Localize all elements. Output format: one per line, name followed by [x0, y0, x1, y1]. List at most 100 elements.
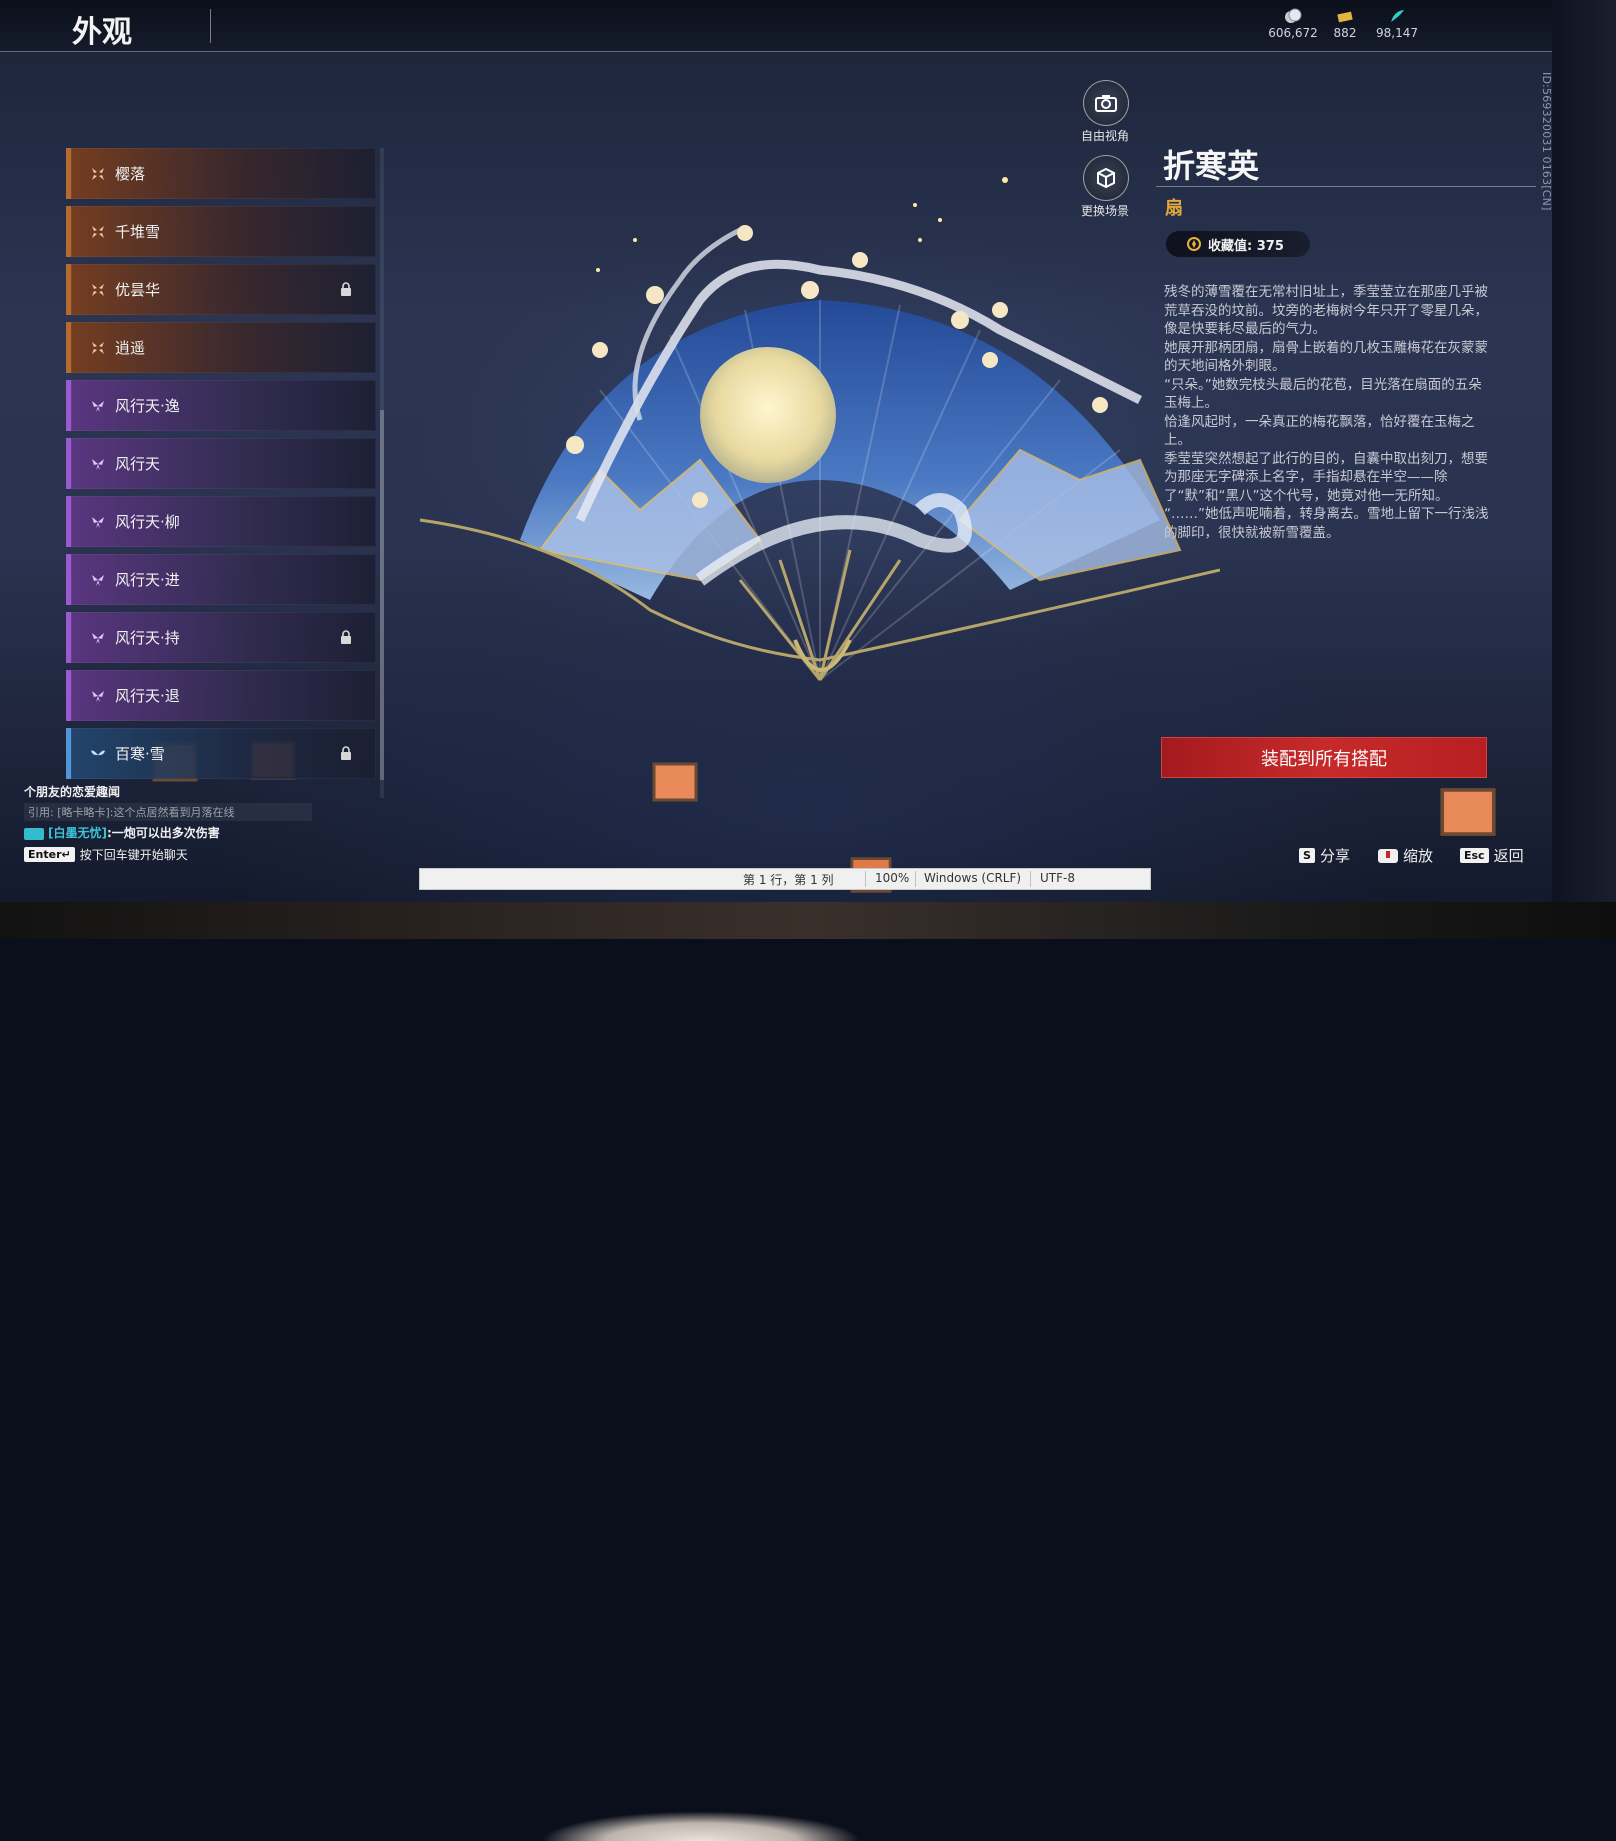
chat-channel-icon — [24, 827, 44, 840]
status-divider — [915, 871, 916, 887]
list-item[interactable]: 优昙华 — [66, 264, 376, 315]
equip-all-outfits-button[interactable]: 装配到所有搭配 — [1161, 737, 1487, 778]
camera-icon — [1095, 95, 1117, 112]
chat-sender-name[interactable]: [白墨无忧] — [48, 826, 107, 840]
chat-box[interactable]: 个朋友的恋爱趣闻 引用: [略卡略卡]:这个点居然看到月落在线 [白墨无忧]:一… — [24, 783, 384, 841]
list-item-label: 风行天 — [115, 455, 161, 473]
butterfly-tier-icon — [92, 516, 104, 528]
appearance-list[interactable]: 樱落千堆雪优昙华逍遥风行天·逸风行天风行天·柳风行天·进风行天·持风行天·退百寒… — [66, 148, 384, 801]
flower-tier-icon — [92, 341, 104, 354]
status-divider — [1030, 871, 1031, 887]
share-hint[interactable]: S 分享 — [1299, 845, 1350, 866]
share-key: S — [1299, 848, 1315, 863]
currency-coin: 606,672 — [1268, 8, 1318, 40]
zoom-hint[interactable]: 缩放 — [1377, 845, 1433, 866]
free-camera-button[interactable] — [1083, 80, 1129, 126]
chat-quote: 引用: [略卡略卡]:这个点居然看到月落在线 — [24, 803, 312, 821]
list-item[interactable]: 风行天·柳 — [66, 496, 376, 547]
flower-tier-icon — [92, 167, 104, 180]
tier-icon — [89, 571, 107, 589]
cursor-position: 第 1 行，第 1 列 — [743, 873, 834, 887]
change-scene-button[interactable] — [1083, 155, 1129, 201]
tier-icon — [89, 223, 107, 241]
line-ending: Windows (CRLF) — [924, 871, 1022, 885]
description-paragraph: 季莹莹突然想起了此行的目的，自囊中取出刻刀，想要为那座无字碑添上名字，手指却悬在… — [1164, 450, 1488, 504]
back-label: 返回 — [1493, 847, 1524, 865]
tier-icon — [89, 745, 107, 763]
butterfly-tier-icon — [92, 574, 104, 586]
lock-icon — [340, 281, 352, 296]
chat-hint-text: 按下回车键开始聊天 — [79, 848, 188, 862]
mouse-scroll-icon — [1378, 848, 1398, 863]
description-paragraph: 残冬的薄雪覆在无常村旧址上，季莹莹立在那座几乎被荒草吞没的坟前。坟旁的老梅树今年… — [1164, 284, 1488, 337]
top-bar-divider — [0, 51, 1552, 52]
tier-icon — [89, 629, 107, 647]
list-scroll-thumb[interactable] — [380, 410, 384, 780]
list-item[interactable]: 风行天·进 — [66, 554, 376, 605]
list-item-label: 风行天·退 — [115, 687, 180, 705]
currency-coin-value: 606,672 — [1268, 26, 1318, 40]
description-paragraph: 恰逢风起时，一朵真正的梅花飘落，恰好覆在玉梅之上。 — [1164, 413, 1475, 449]
ticket-icon — [1337, 11, 1353, 23]
tier-icon — [89, 165, 107, 183]
list-item[interactable]: 百寒·雪 — [66, 728, 376, 779]
zoom-level: 100% — [875, 871, 910, 885]
free-camera-label: 自由视角 — [1080, 129, 1129, 143]
zoom-label: 缩放 — [1403, 847, 1434, 865]
list-item-label: 优昙华 — [115, 281, 161, 299]
lock-icon — [340, 745, 352, 760]
description-paragraph: 她展开那柄团扇，扇骨上嵌着的几枚玉雕梅花在灰蒙蒙的天地间格外刺眼。 — [1164, 339, 1488, 375]
equip-button-label: 装配到所有搭配 — [1261, 748, 1387, 770]
wallpaper-figure — [383, 1804, 913, 1841]
tier-icon — [89, 513, 107, 531]
list-item[interactable]: 风行天·持 — [66, 612, 376, 663]
butterfly-tier-icon — [92, 400, 104, 412]
item-type: 扇 — [1165, 198, 1183, 219]
title-separator — [210, 9, 211, 43]
list-item-label: 百寒·雪 — [115, 745, 165, 763]
list-item[interactable]: 千堆雪 — [66, 206, 376, 257]
list-item-label: 风行天·柳 — [115, 513, 180, 531]
currency-ticket: 882 — [1330, 8, 1360, 40]
esc-key: Esc — [1460, 848, 1489, 863]
item-description: 残冬的薄雪覆在无常村旧址上，季莹莹立在那座几乎被荒草吞没的坟前。坟旁的老梅树今年… — [1164, 283, 1489, 542]
change-scene-label: 更换场景 — [1080, 204, 1129, 218]
list-item-label: 风行天·持 — [115, 629, 180, 647]
currency-jade-value: 98,147 — [1376, 26, 1418, 40]
list-item-label: 风行天·进 — [115, 571, 180, 589]
chat-input-hint[interactable]: Enter↵ 按下回车键开始聊天 — [24, 846, 188, 863]
collection-value: 收藏值: 375 — [1208, 238, 1284, 254]
page-title: 外观 — [72, 15, 132, 50]
back-hint[interactable]: Esc 返回 — [1460, 845, 1524, 866]
list-item[interactable]: 风行天·退 — [66, 670, 376, 721]
desktop-edge — [1552, 0, 1616, 939]
tier-icon — [89, 281, 107, 299]
encoding: UTF-8 — [1040, 871, 1075, 885]
collection-value-badge: 收藏值: 375 — [1166, 231, 1310, 257]
list-item[interactable]: 逍遥 — [66, 322, 376, 373]
tier-icon — [89, 339, 107, 357]
top-bar: 外观 606,672 882 98,147 — [0, 0, 1552, 52]
list-item[interactable]: 风行天·逸 — [66, 380, 376, 431]
status-divider — [865, 871, 866, 887]
editor-status-bar: 第 1 行，第 1 列 100% Windows (CRLF) UTF-8 — [419, 868, 1151, 890]
list-item[interactable]: 樱落 — [66, 148, 376, 199]
game-scene: 外观 606,672 882 98,147 樱落千堆雪优昙华逍遥风行天·逸风行天… — [0, 0, 1552, 902]
enter-key-icon: Enter↵ — [24, 847, 75, 862]
butterfly-tier-icon — [92, 458, 104, 470]
description-paragraph: “……”她低声呢喃着，转身离去。雪地上留下一行浅浅的脚印，很快就被新雪覆盖。 — [1164, 506, 1489, 541]
list-item[interactable]: 风行天 — [66, 438, 376, 489]
description-paragraph: “只朵。”她数完枝头最后的花苞，目光落在扇面的五朵玉梅上。 — [1164, 376, 1482, 412]
tier-icon — [89, 397, 107, 415]
lantern-decoration — [1440, 788, 1496, 836]
currency-jade: 98,147 — [1374, 8, 1420, 40]
player-id: ID:569320031 0163[CN] — [1540, 72, 1552, 211]
cube-icon — [1097, 167, 1115, 189]
flower-tier-icon — [92, 283, 104, 296]
coin-icon — [1285, 8, 1302, 23]
list-item-label: 樱落 — [115, 165, 146, 183]
item-name: 折寒英 — [1163, 147, 1260, 185]
wing-tier-icon — [91, 750, 105, 755]
collection-icon — [1187, 237, 1201, 251]
share-label: 分享 — [1319, 847, 1350, 865]
